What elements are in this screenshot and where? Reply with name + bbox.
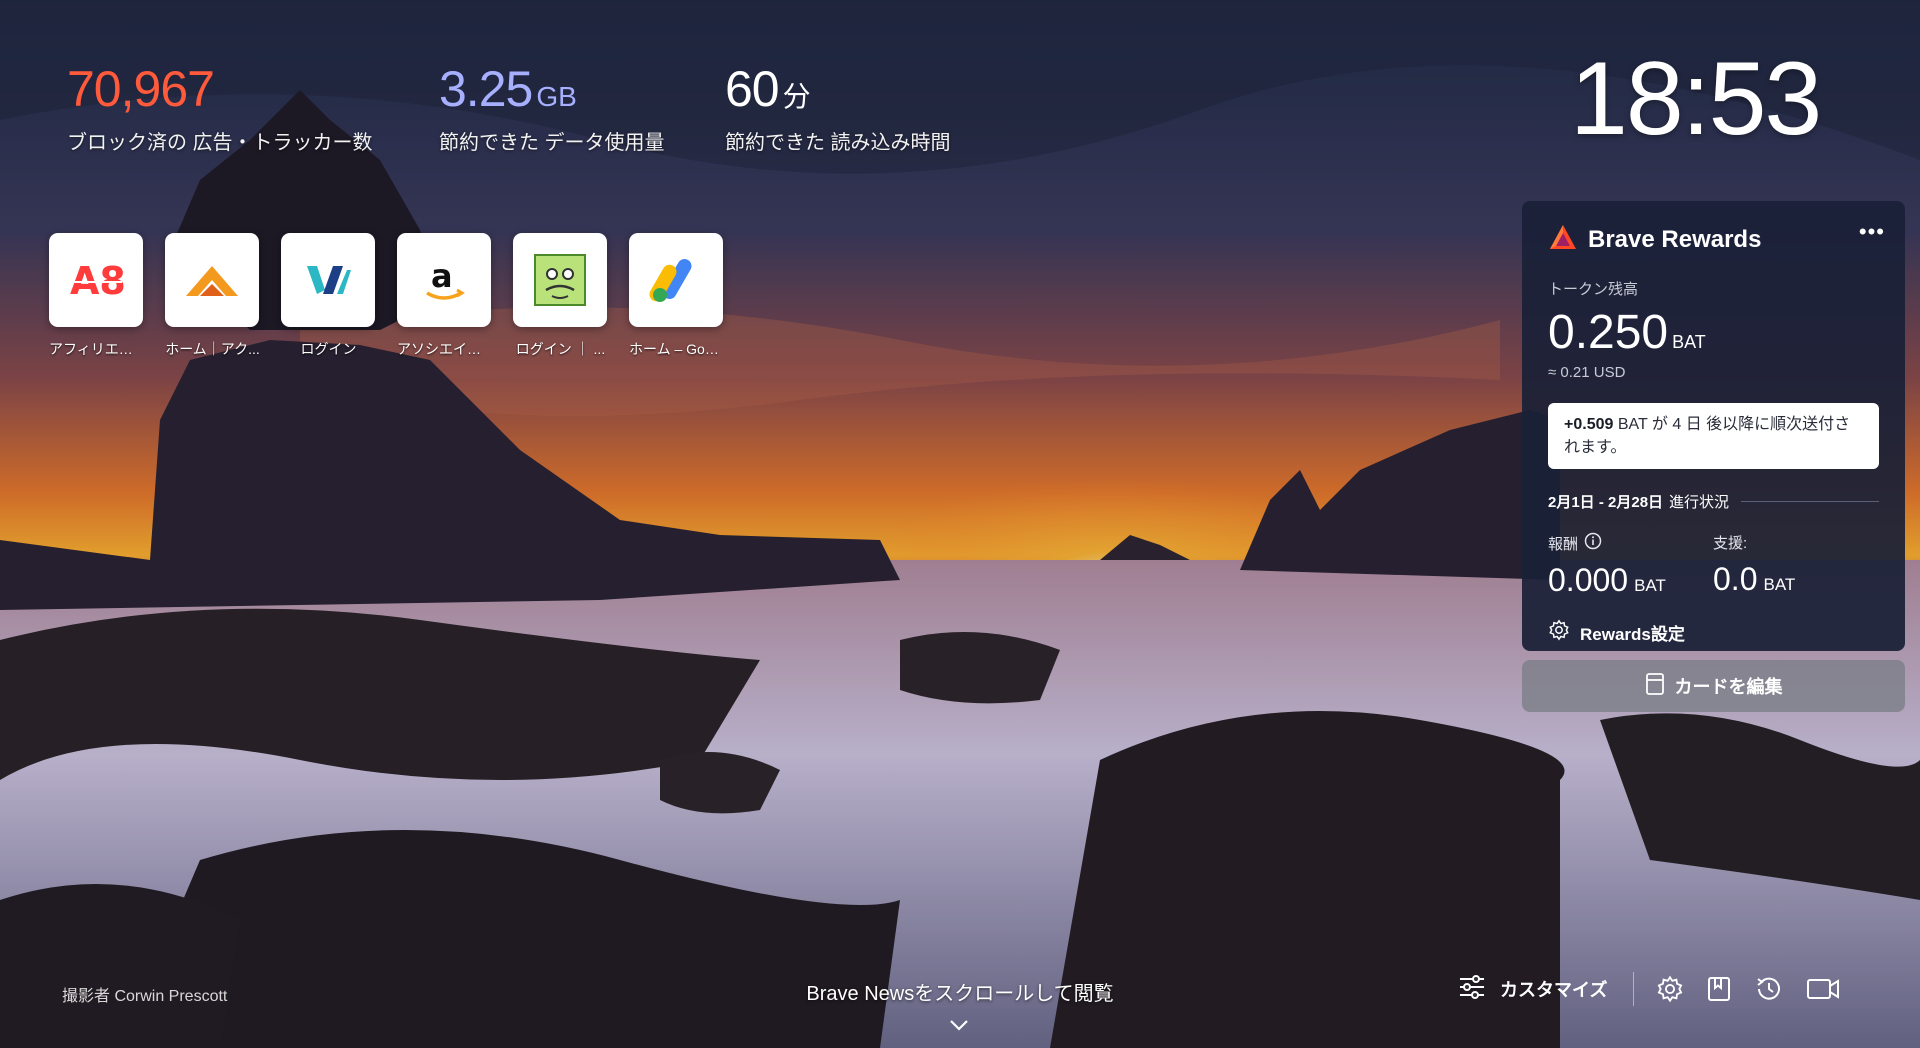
tips-column: 支援: 0.0 BAT: [1713, 532, 1878, 599]
bookmarks-icon[interactable]: [1706, 975, 1732, 1003]
top-site-google-ads[interactable]: ホーム – Goo...: [629, 233, 724, 359]
top-site-label: ログイン ｜ ...: [515, 341, 606, 357]
time-saved-stat: 60 分 節約できた 読み込み時間: [725, 60, 951, 155]
top-site-label: ホーム｜アク...: [165, 341, 260, 357]
info-icon[interactable]: [1584, 532, 1602, 554]
settings-gear-icon[interactable]: [1656, 975, 1684, 1003]
google-ads-logo-icon: [629, 233, 723, 327]
gear-icon: [1548, 619, 1570, 646]
brave-talk-video-icon[interactable]: [1806, 976, 1840, 1002]
rewards-summary: 報酬 0.000 BAT 支援: 0.0 BAT: [1548, 532, 1879, 599]
top-site-label: ログイン: [300, 341, 357, 357]
earnings-label: 報酬: [1548, 535, 1579, 553]
data-saved-value: 3.25: [439, 61, 533, 117]
rewards-settings-link[interactable]: Rewards設定: [1548, 619, 1879, 646]
top-site-a8[interactable]: A8 アフィリエイ...: [49, 233, 144, 359]
top-site-moshimo[interactable]: ログイン ｜ ...: [513, 233, 608, 359]
top-site-label: ホーム – Goo...: [629, 341, 724, 357]
earnings-unit: BAT: [1634, 576, 1666, 595]
valuecommerce-logo-icon: [281, 233, 375, 327]
rewards-more-button[interactable]: •••: [1859, 219, 1885, 245]
token-balance-value: 0.250: [1548, 306, 1669, 359]
period-label: 進行状況: [1669, 494, 1730, 511]
history-icon[interactable]: [1754, 975, 1784, 1003]
pending-rewards-notice: +0.509 BAT が 4 日 後以降に順次送付されます。: [1548, 403, 1879, 469]
amazon-logo-icon: a: [397, 233, 491, 327]
bat-logo-icon: [1548, 223, 1578, 256]
data-saved-unit: GB: [536, 81, 577, 112]
time-saved-value: 60: [725, 61, 780, 117]
time-saved-unit: 分: [782, 81, 811, 112]
data-saved-stat: 3.25 GB 節約できた データ使用量: [439, 60, 665, 155]
sliders-icon: [1458, 974, 1486, 1005]
earnings-value: 0.000: [1548, 562, 1629, 598]
period-dates: 2月1日 - 2月28日: [1548, 494, 1664, 511]
token-balance-label: トークン残高: [1548, 281, 1639, 298]
tips-value: 0.0: [1713, 561, 1758, 597]
usd-estimate: ≈ 0.21 USD: [1548, 364, 1626, 381]
tips-label: 支援:: [1713, 535, 1748, 552]
bottom-toolbar: カスタマイズ: [1458, 972, 1840, 1006]
accesstrade-logo-icon: [165, 233, 259, 327]
card-edit-icon: [1645, 672, 1665, 701]
customize-button[interactable]: カスタマイズ: [1458, 972, 1635, 1006]
top-site-valuecommerce[interactable]: ログイン: [281, 233, 376, 359]
rewards-settings-label: Rewards設定: [1580, 625, 1685, 644]
reward-period: 2月1日 - 2月28日 進行状況: [1548, 491, 1879, 512]
blocked-trackers-stat: 70,967 ブロック済の 広告・トラッカー数: [67, 60, 373, 155]
top-site-amazon-associates[interactable]: a アソシエイト...: [397, 233, 492, 359]
top-site-accesstrade[interactable]: ホーム｜アク...: [165, 233, 260, 359]
blocked-trackers-label: ブロック済の 広告・トラッカー数: [67, 132, 373, 154]
tips-unit: BAT: [1763, 575, 1796, 594]
period-divider: [1741, 501, 1879, 502]
chevron-down-icon[interactable]: [949, 1018, 969, 1036]
token-balance-unit: BAT: [1672, 332, 1706, 352]
token-balance: 0.250 BAT: [1548, 305, 1879, 360]
clock: 18:53: [1570, 41, 1822, 157]
rewards-header: Brave Rewards: [1548, 223, 1879, 256]
rewards-title: Brave Rewards: [1588, 225, 1762, 253]
top-site-label: アソシエイト...: [397, 341, 492, 357]
time-saved-label: 節約できた 読み込み時間: [725, 132, 951, 154]
pending-amount: +0.509: [1564, 416, 1614, 433]
top-site-label: アフィリエイ...: [49, 341, 144, 357]
edit-cards-button[interactable]: カードを編集: [1522, 660, 1905, 712]
moshimo-logo-icon: [513, 233, 607, 327]
top-sites-grid: A8 アフィリエイ... ホーム｜アク... ログイン a アソシエイト... …: [49, 233, 724, 359]
a8-logo-icon: A8: [49, 233, 143, 327]
svg-text:a: a: [431, 257, 453, 295]
customize-label: カスタマイズ: [1500, 980, 1608, 1000]
brave-rewards-card: Brave Rewards ••• トークン残高 0.250 BAT ≈ 0.21…: [1522, 201, 1905, 651]
data-saved-label: 節約できた データ使用量: [439, 132, 665, 154]
earnings-column: 報酬 0.000 BAT: [1548, 532, 1713, 599]
edit-cards-label: カードを編集: [1674, 677, 1783, 697]
blocked-trackers-value: 70,967: [67, 61, 215, 117]
